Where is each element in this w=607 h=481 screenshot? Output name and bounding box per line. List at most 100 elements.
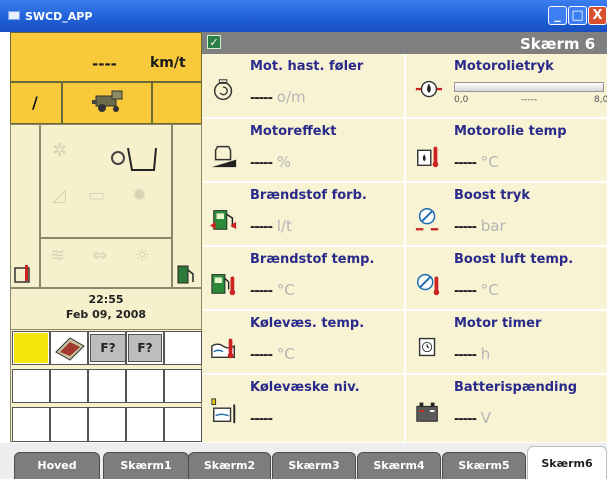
metric-unit: l/t (276, 217, 292, 235)
row-divider (202, 309, 607, 311)
turbo-boost-icon (414, 205, 442, 233)
metric-unit: °C (276, 281, 295, 299)
snowflake-icon: ✲ (52, 140, 68, 161)
minimize-button[interactable]: _ (548, 6, 567, 25)
metric-label: Batterispænding (454, 380, 578, 395)
tab-skærm1[interactable]: Skærm1 (103, 452, 189, 479)
window-title: SWCD_APP (25, 10, 93, 23)
row-divider (202, 117, 607, 119)
tab-skærm6[interactable]: Skærm6 (527, 446, 607, 479)
speed-value: ---- (92, 55, 117, 73)
grid-cell[interactable] (164, 369, 202, 403)
grid-cell[interactable] (88, 369, 126, 403)
metric-label: Brændstof temp. (250, 252, 375, 267)
tab-skærm2[interactable]: Skærm2 (188, 452, 271, 479)
speed-unit: km/t (150, 55, 186, 71)
help-f-button-1[interactable]: F? (90, 334, 126, 362)
app-icon (8, 11, 20, 20)
metric-unit: o/m (276, 88, 306, 106)
grid-cell[interactable] (50, 369, 88, 403)
gauge-mid-label: ----- (521, 95, 538, 105)
oil-temp-icon (414, 141, 442, 169)
clock-time: 22:55 (88, 293, 124, 306)
metric-value: ----- (250, 220, 273, 235)
arrows-icon: ⇔ (92, 245, 108, 266)
metric-value: ----- (454, 284, 477, 299)
check-icon[interactable]: ✓ (207, 35, 221, 49)
metric-label: Brændstof forb. (250, 188, 367, 203)
metric-label: Boost tryk (454, 188, 530, 203)
fan-icon (210, 76, 238, 104)
grid-cell[interactable] (88, 407, 126, 442)
metric-unit: % (276, 153, 292, 171)
gear-indicator-icon: ✹ (132, 185, 148, 206)
grid-cell[interactable] (164, 331, 202, 365)
metric-label: Kølevæske niv. (250, 380, 360, 395)
spray-icon: ≋ (50, 245, 66, 266)
gear-value: / (32, 93, 38, 112)
metric-label: Boost luft temp. (454, 252, 574, 267)
combine-harvester-icon (92, 90, 123, 112)
grid-cell[interactable] (50, 407, 88, 442)
metric-value: ----- (250, 284, 273, 299)
metric-unit: bar (480, 217, 506, 235)
tab-skærm5[interactable]: Skærm5 (442, 452, 526, 479)
tab-hoved[interactable]: Hoved (14, 452, 100, 479)
maximize-button[interactable]: □ (568, 6, 587, 25)
metric-unit: °C (480, 281, 499, 299)
gauge-min-label: 0,0 (454, 95, 469, 105)
metric-readout: ----- l/t (250, 217, 292, 235)
coolant-level-icon (210, 397, 238, 425)
hopper-icon (111, 147, 157, 171)
metric-label: Kølevæs. temp. (250, 316, 365, 331)
tab-skærm4[interactable]: Skærm4 (357, 452, 441, 479)
metric-label: Mot. hast. føler (250, 59, 364, 74)
battery-icon (414, 397, 442, 425)
metric-value: ----- (454, 348, 477, 363)
metric-readout: ----- °C (454, 281, 499, 299)
fuel-warning-icon (177, 265, 194, 284)
row-divider (202, 181, 607, 183)
help-f-button-2[interactable]: F? (128, 334, 162, 362)
engine-hours-icon (414, 333, 442, 361)
metric-readout: ----- bar (454, 217, 506, 235)
metric-readout: ----- °C (454, 153, 499, 171)
row-divider (202, 373, 607, 375)
metric-value: ----- (454, 156, 477, 171)
metric-readout: ----- °C (250, 345, 295, 363)
metric-readout: ----- °C (250, 281, 295, 299)
metric-label: Motorolietryk (454, 59, 554, 74)
grid-cell[interactable] (12, 369, 50, 403)
metric-unit: h (480, 345, 491, 363)
metric-value: ----- (250, 348, 273, 363)
metric-unit: °C (276, 345, 295, 363)
metric-label: Motor timer (454, 316, 542, 331)
metric-value: ----- (454, 220, 477, 235)
grid-cell[interactable] (12, 407, 50, 442)
coolant-temp-icon (210, 333, 238, 361)
tab-skærm3[interactable]: Skærm3 (272, 452, 356, 479)
gauge-max-label: 8,0 (594, 95, 607, 105)
plow-icon: ◿ (52, 185, 66, 206)
metric-value: ----- (250, 156, 273, 171)
grid-cell[interactable] (126, 407, 164, 442)
grid-cell-highlight[interactable] (14, 333, 48, 363)
book-icon[interactable] (52, 334, 88, 362)
status-cell (152, 82, 202, 124)
metric-value: ----- (454, 412, 477, 427)
engine-power-icon (210, 141, 238, 169)
pump-icon: ▭ (88, 185, 106, 206)
close-button[interactable]: X (588, 6, 607, 25)
light-icon: ☼ (134, 245, 151, 266)
metric-readout: ----- V (454, 409, 491, 427)
metric-label: Motorolie temp (454, 124, 567, 139)
boost-air-temp-icon (414, 269, 442, 297)
metric-unit: °C (480, 153, 499, 171)
grid-cell[interactable] (164, 407, 202, 442)
oil-pressure-icon (414, 76, 442, 104)
metric-unit: V (480, 409, 492, 427)
metric-value: ----- (250, 91, 273, 106)
oil-temp-warning-icon (14, 265, 30, 283)
grid-cell[interactable] (126, 369, 164, 403)
fuel-consumption-icon (210, 205, 238, 233)
